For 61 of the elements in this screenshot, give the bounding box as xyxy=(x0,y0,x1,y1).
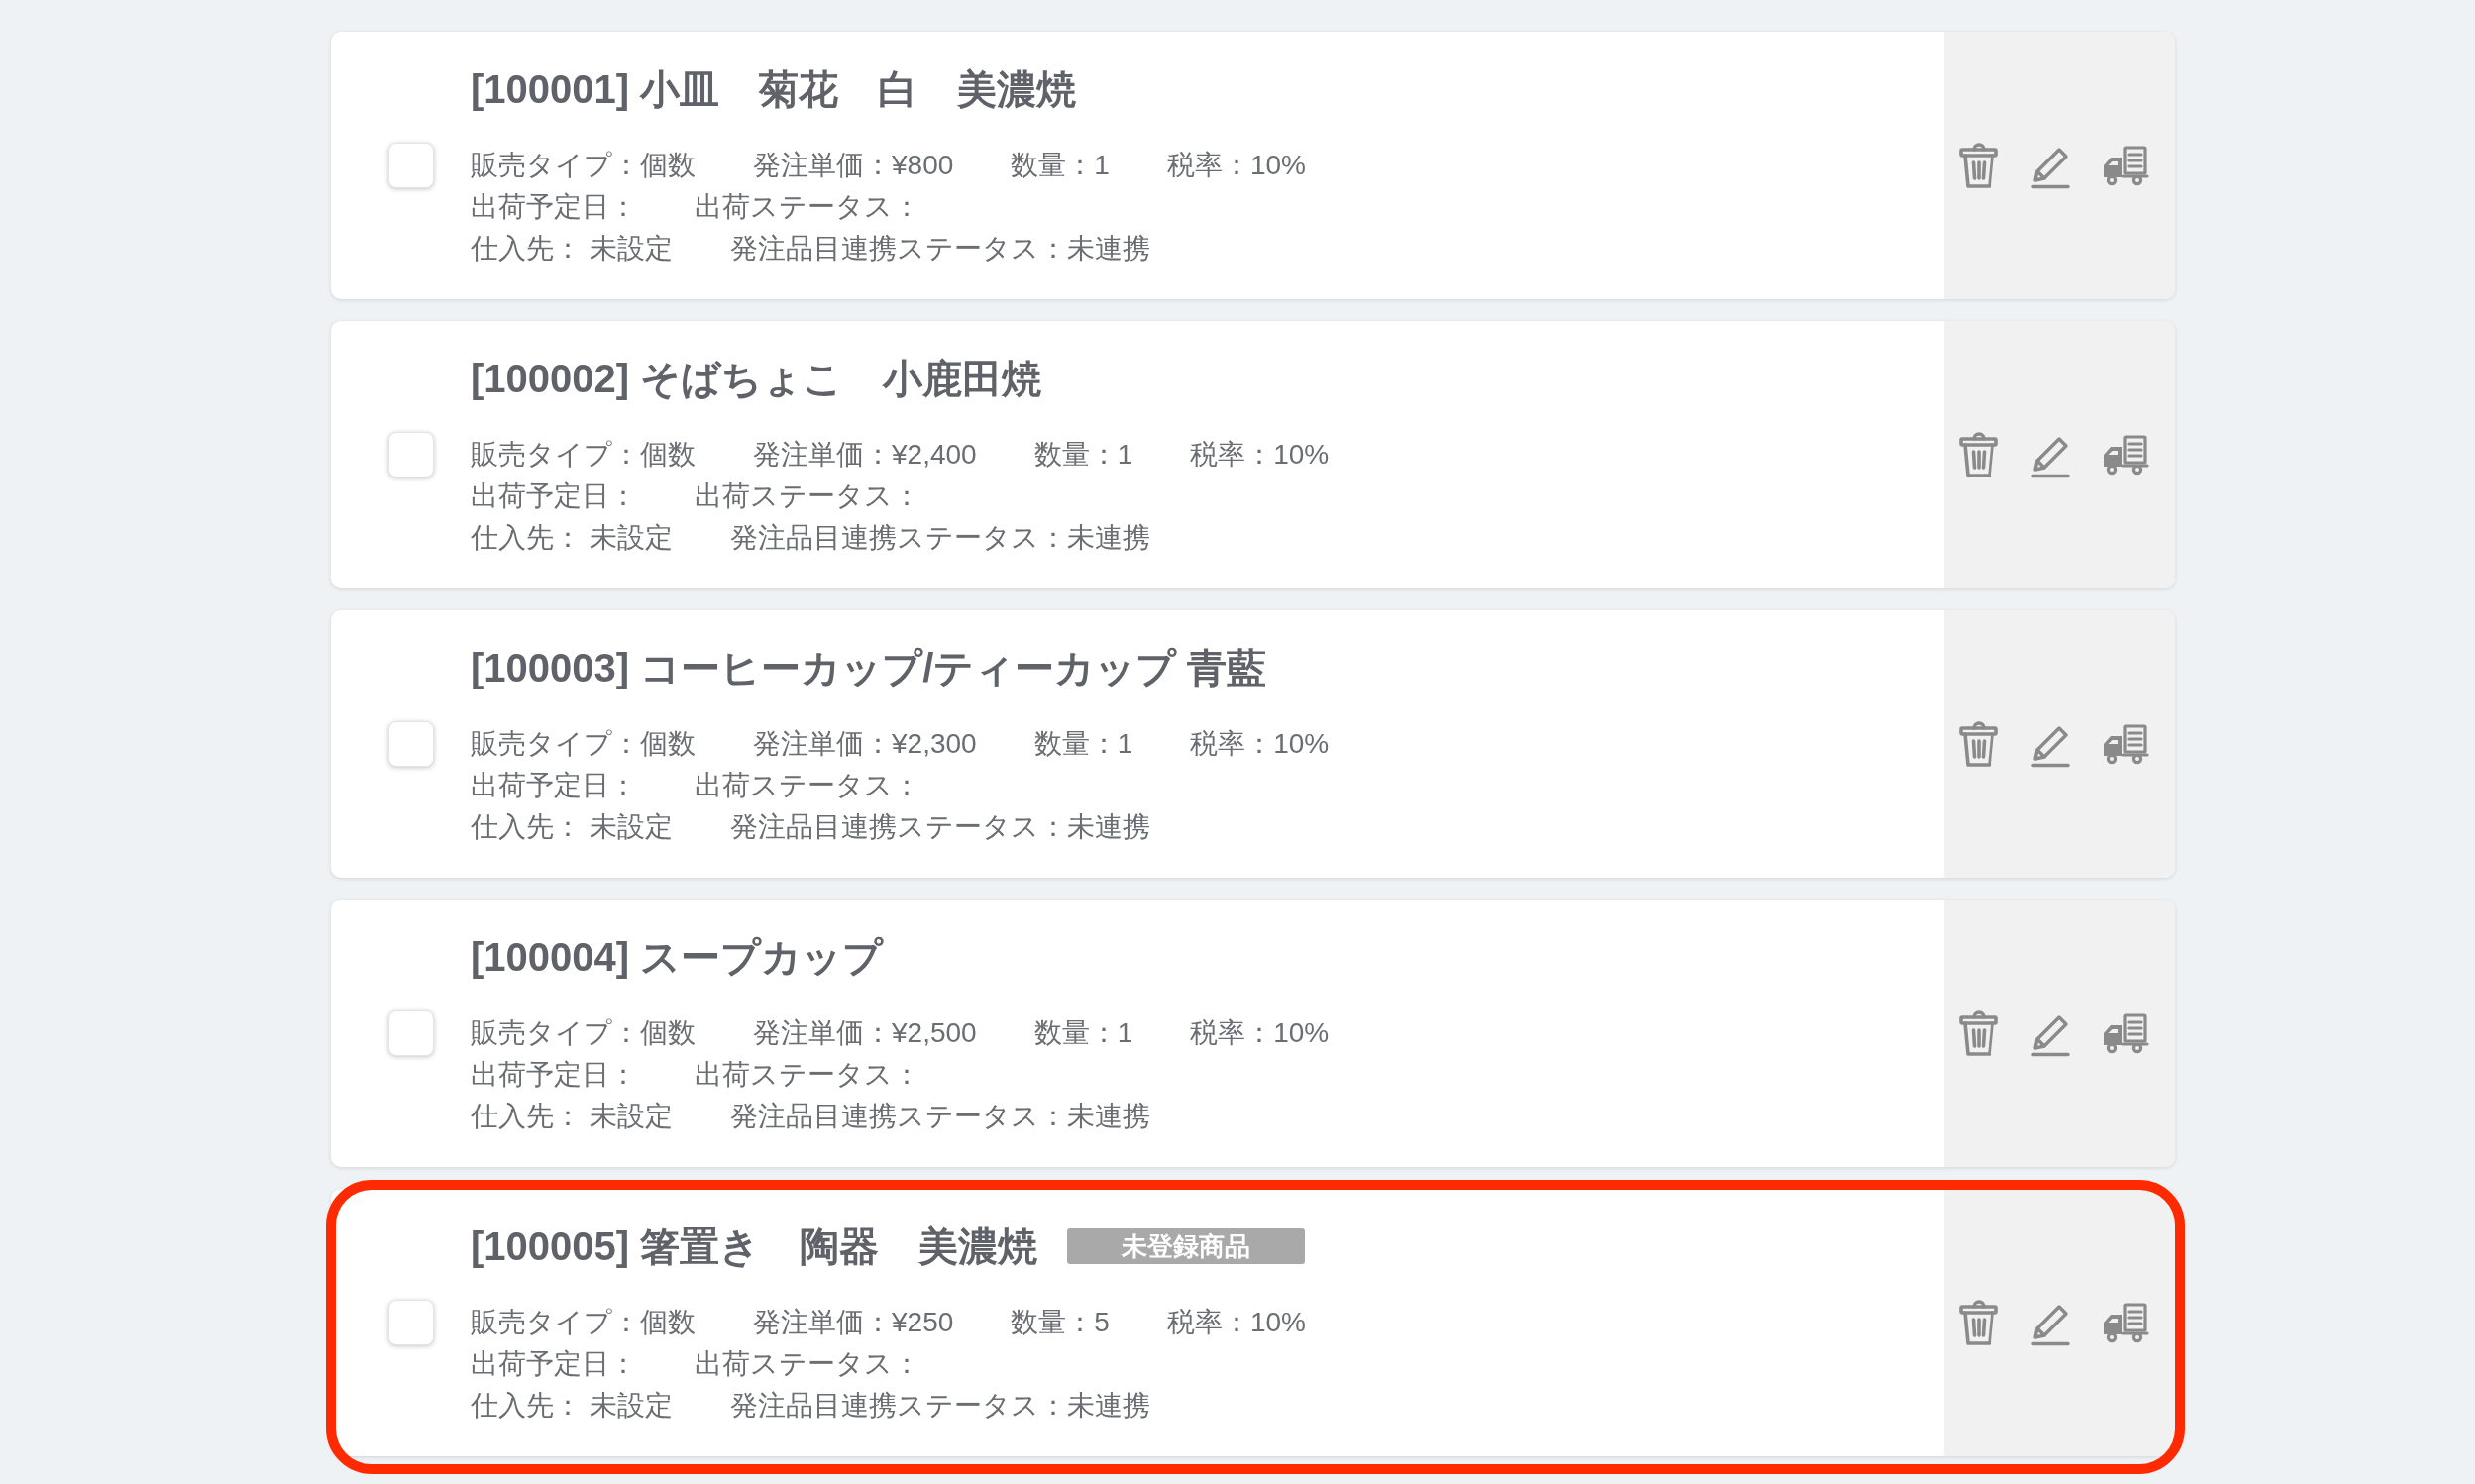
detail-text: 数量：1 xyxy=(1011,149,1110,182)
checkbox[interactable] xyxy=(388,432,434,477)
checkbox[interactable] xyxy=(388,143,434,188)
detail-text: 発注単価：¥2,300 xyxy=(753,727,977,761)
item-title: [100004] スープカップ xyxy=(471,934,884,981)
detail-text: 販売タイプ：個数 xyxy=(471,727,696,761)
detail-text: 出荷ステータス： xyxy=(695,1058,920,1092)
truck-icon[interactable] xyxy=(2101,145,2149,186)
detail-text: 出荷予定日： xyxy=(471,190,637,224)
item-title: [100003] コーヒーカップ/ティーカップ 青藍 xyxy=(471,645,1267,691)
status-badge: 未登録商品 xyxy=(1067,1228,1306,1264)
checkbox[interactable] xyxy=(388,1010,434,1056)
detail-text: 出荷予定日： xyxy=(471,1058,637,1092)
detail-text: 数量：5 xyxy=(1011,1306,1110,1339)
detail-text: 発注単価：¥2,500 xyxy=(753,1016,977,1050)
detail-text: 販売タイプ：個数 xyxy=(471,438,696,472)
trash-icon[interactable] xyxy=(1959,1009,1998,1057)
detail-text: 発注品目連携ステータス：未連携 xyxy=(729,232,1150,265)
detail-text: 販売タイプ：個数 xyxy=(471,1306,696,1339)
detail-text: 数量：1 xyxy=(1033,438,1133,472)
checkbox[interactable] xyxy=(388,1300,434,1345)
truck-icon[interactable] xyxy=(2101,1302,2149,1343)
detail-text: 税率：10% xyxy=(1166,149,1306,182)
checkbox[interactable] xyxy=(388,721,434,767)
detail-text: 仕入先： 未設定 xyxy=(471,810,673,844)
detail-text: 出荷ステータス： xyxy=(695,479,920,513)
detail-text: 税率：10% xyxy=(1190,438,1330,472)
trash-icon[interactable] xyxy=(1959,431,1998,478)
detail-text: 数量：1 xyxy=(1033,727,1133,761)
item-title: [100001] 小皿 菊花 白 美濃焼 xyxy=(471,66,1077,113)
trash-icon[interactable] xyxy=(1959,720,1998,768)
detail-text: 税率：10% xyxy=(1166,1306,1306,1339)
detail-text: 出荷予定日： xyxy=(471,769,637,802)
detail-text: 発注単価：¥800 xyxy=(753,149,954,182)
detail-text: 発注単価：¥250 xyxy=(753,1306,954,1339)
trash-icon[interactable] xyxy=(1959,142,1998,189)
trash-icon[interactable] xyxy=(1959,1299,1998,1346)
detail-text: 仕入先： 未設定 xyxy=(471,232,673,265)
detail-text: 出荷予定日： xyxy=(471,1347,637,1381)
detail-text: 発注品目連携ステータス：未連携 xyxy=(729,1100,1150,1133)
item-title: [100002] そばちょこ 小鹿田焼 xyxy=(471,356,1042,402)
detail-text: 税率：10% xyxy=(1190,1016,1330,1050)
truck-icon[interactable] xyxy=(2101,434,2149,476)
detail-text: 仕入先： 未設定 xyxy=(471,1100,673,1133)
detail-text: 出荷予定日： xyxy=(471,479,637,513)
detail-text: 出荷ステータス： xyxy=(695,190,920,224)
detail-text: 発注品目連携ステータス：未連携 xyxy=(729,521,1150,555)
detail-text: 数量：1 xyxy=(1033,1016,1133,1050)
truck-icon[interactable] xyxy=(2101,723,2149,765)
detail-text: 発注品目連携ステータス：未連携 xyxy=(729,810,1150,844)
detail-text: 税率：10% xyxy=(1190,727,1330,761)
detail-text: 発注品目連携ステータス：未連携 xyxy=(729,1389,1150,1423)
detail-text: 販売タイプ：個数 xyxy=(471,1016,696,1050)
detail-text: 仕入先： 未設定 xyxy=(471,1389,673,1423)
detail-text: 販売タイプ：個数 xyxy=(471,149,696,182)
item-title: [100005] 箸置き 陶器 美濃焼 xyxy=(471,1223,1038,1270)
detail-text: 出荷ステータス： xyxy=(695,1347,920,1381)
truck-icon[interactable] xyxy=(2101,1012,2149,1054)
detail-text: 出荷ステータス： xyxy=(695,769,920,802)
detail-text: 仕入先： 未設定 xyxy=(471,521,673,555)
detail-text: 発注単価：¥2,400 xyxy=(753,438,977,472)
